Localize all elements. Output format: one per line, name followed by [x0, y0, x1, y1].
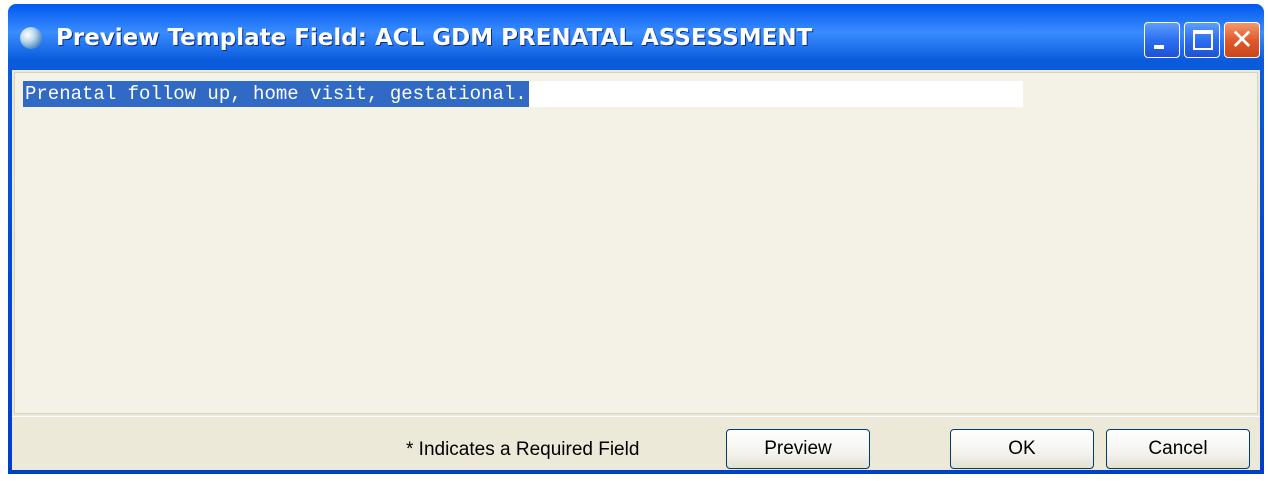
maximize-button[interactable] [1184, 22, 1220, 58]
selected-text[interactable]: Prenatal follow up, home visit, gestatio… [23, 81, 529, 107]
template-preview-memo[interactable]: Prenatal follow up, home visit, gestatio… [14, 72, 1258, 414]
close-button[interactable]: ✕ [1224, 22, 1260, 58]
maximize-icon [1193, 30, 1213, 50]
dialog-window: Preview Template Field: ACL GDM PRENATAL… [8, 4, 1264, 474]
minimize-button[interactable] [1144, 22, 1180, 58]
app-globe-icon [20, 27, 42, 49]
required-field-note: * Indicates a Required Field [406, 439, 640, 460]
window-title: Preview Template Field: ACL GDM PRENATAL… [56, 25, 813, 51]
button-panel: * Indicates a Required Field Preview OK … [12, 416, 1260, 470]
cancel-button[interactable]: Cancel [1106, 429, 1250, 469]
memo-text-line[interactable]: Prenatal follow up, home visit, gestatio… [23, 81, 1023, 107]
dialog-client-area: Prenatal follow up, home visit, gestatio… [12, 70, 1260, 470]
close-icon: ✕ [1230, 23, 1254, 56]
window-controls: ✕ [1144, 22, 1260, 58]
preview-button[interactable]: Preview [726, 429, 870, 469]
minimize-icon [1154, 45, 1164, 49]
title-bar[interactable]: Preview Template Field: ACL GDM PRENATAL… [12, 4, 1260, 78]
ok-button[interactable]: OK [950, 429, 1094, 469]
